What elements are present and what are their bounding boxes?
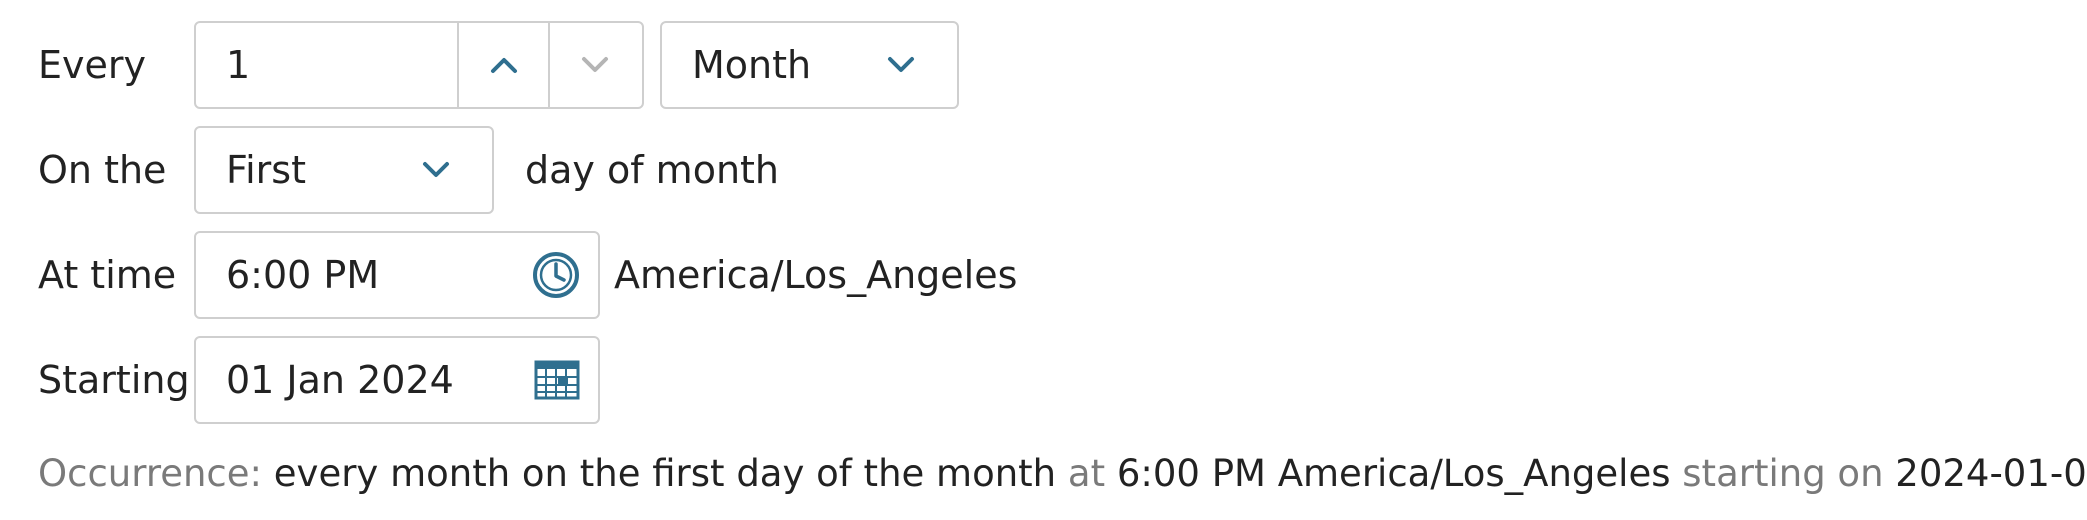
chevron-down-icon xyxy=(582,57,608,72)
occurrence-at-word: at xyxy=(1067,452,1106,495)
occurrence-starting-word: starting on xyxy=(1682,452,1884,495)
clock-icon[interactable] xyxy=(531,250,581,300)
every-label: Every xyxy=(38,43,146,87)
timezone-label: America/Los_Angeles xyxy=(614,253,1018,297)
start-date-field[interactable]: 01 Jan 2024 xyxy=(194,336,600,424)
at-time-row: At time 6:00 PM America/Los_Angeles xyxy=(0,231,2087,319)
ordinal-select[interactable]: First xyxy=(194,126,494,214)
increment-button[interactable] xyxy=(459,23,548,107)
interval-stepper: 1 xyxy=(194,21,644,109)
on-the-row: On the First day of month xyxy=(0,126,2087,214)
starting-row: Starting 01 Jan 2024 xyxy=(0,336,2087,424)
time-input[interactable]: 6:00 PM xyxy=(226,233,379,317)
occurrence-summary: Occurrence: every month on the first day… xyxy=(38,446,2087,502)
chevron-up-icon xyxy=(491,58,517,73)
occurrence-description: every month on the first day of the mont… xyxy=(273,452,1057,495)
unit-select-value: Month xyxy=(692,43,812,87)
occurrence-prefix: Occurrence: xyxy=(38,452,263,495)
chevron-down-icon xyxy=(888,57,914,72)
day-of-month-label: day of month xyxy=(525,148,780,192)
on-the-label: On the xyxy=(38,148,167,192)
chevron-down-icon xyxy=(423,162,449,177)
decrement-button[interactable] xyxy=(550,23,642,107)
occurrence-time: 6:00 PM America/Los_Angeles xyxy=(1116,452,1671,495)
time-field[interactable]: 6:00 PM xyxy=(194,231,600,319)
starting-label: Starting xyxy=(38,358,190,402)
start-date-input[interactable]: 01 Jan 2024 xyxy=(226,338,454,422)
unit-select[interactable]: Month xyxy=(660,21,959,109)
occurrence-date: 2024-01-01 xyxy=(1895,452,2087,495)
ordinal-select-value: First xyxy=(226,148,306,192)
at-time-label: At time xyxy=(38,253,177,297)
every-row: Every 1 Month xyxy=(0,21,2087,109)
calendar-icon[interactable] xyxy=(534,360,580,400)
interval-input[interactable]: 1 xyxy=(226,23,250,107)
